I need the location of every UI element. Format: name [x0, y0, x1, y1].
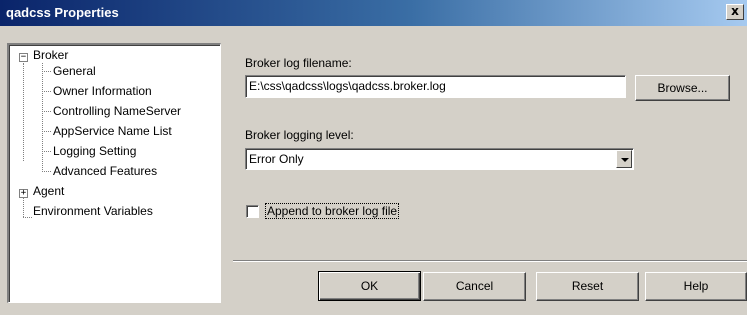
cancel-button[interactable]: Cancel	[423, 272, 526, 301]
logging-level-label: Broker logging level:	[245, 128, 354, 142]
close-button[interactable]: x	[726, 4, 744, 20]
tree-connector	[23, 195, 24, 217]
tree-item-broker[interactable]: Broker	[33, 48, 68, 62]
tree-connector	[42, 111, 51, 112]
tree-connector	[42, 71, 51, 72]
log-filename-label: Broker log filename:	[245, 56, 352, 70]
tree-connector	[42, 151, 51, 152]
tree-connector	[23, 63, 24, 161]
reset-button[interactable]: Reset	[536, 272, 639, 301]
logging-level-select[interactable]: Error Only	[245, 148, 634, 170]
ok-button[interactable]: OK	[318, 271, 421, 301]
logging-level-value: Error Only	[249, 152, 304, 166]
window-title: qadcss Properties	[6, 5, 119, 20]
tree-connector	[23, 217, 32, 218]
help-button[interactable]: Help	[645, 272, 747, 301]
tree-view[interactable]: − Broker General Owner Information Contr…	[7, 43, 221, 303]
tree-connector	[42, 131, 51, 132]
log-filename-field[interactable]: E:\css\qadcss\logs\qadcss.broker.log	[245, 75, 626, 98]
append-label-text: Append to broker log file	[264, 203, 400, 219]
tree-item-controlling-nameserver[interactable]: Controlling NameServer	[53, 104, 181, 118]
tree-item-general[interactable]: General	[53, 64, 96, 78]
tree-item-appservice-name-list[interactable]: AppService Name List	[53, 124, 172, 138]
chevron-down-icon[interactable]	[616, 150, 632, 168]
expand-icon[interactable]: +	[19, 189, 28, 198]
tree-item-agent[interactable]: Agent	[33, 184, 64, 198]
append-label[interactable]: Append to broker log file	[264, 203, 400, 219]
separator	[233, 260, 747, 262]
tree-item-logging-setting[interactable]: Logging Setting	[53, 144, 136, 158]
title-bar: qadcss Properties x	[0, 0, 747, 26]
browse-button[interactable]: Browse...	[635, 75, 730, 101]
collapse-icon[interactable]: −	[19, 53, 28, 62]
close-icon: x	[731, 4, 739, 18]
tree-item-advanced-features[interactable]: Advanced Features	[53, 164, 157, 178]
append-checkbox[interactable]	[246, 205, 259, 218]
tree-item-owner-information[interactable]: Owner Information	[53, 84, 152, 98]
tree-item-environment-variables[interactable]: Environment Variables	[33, 204, 153, 218]
tree-connector	[42, 63, 43, 172]
tree-connector	[42, 171, 51, 172]
tree-connector	[42, 91, 51, 92]
